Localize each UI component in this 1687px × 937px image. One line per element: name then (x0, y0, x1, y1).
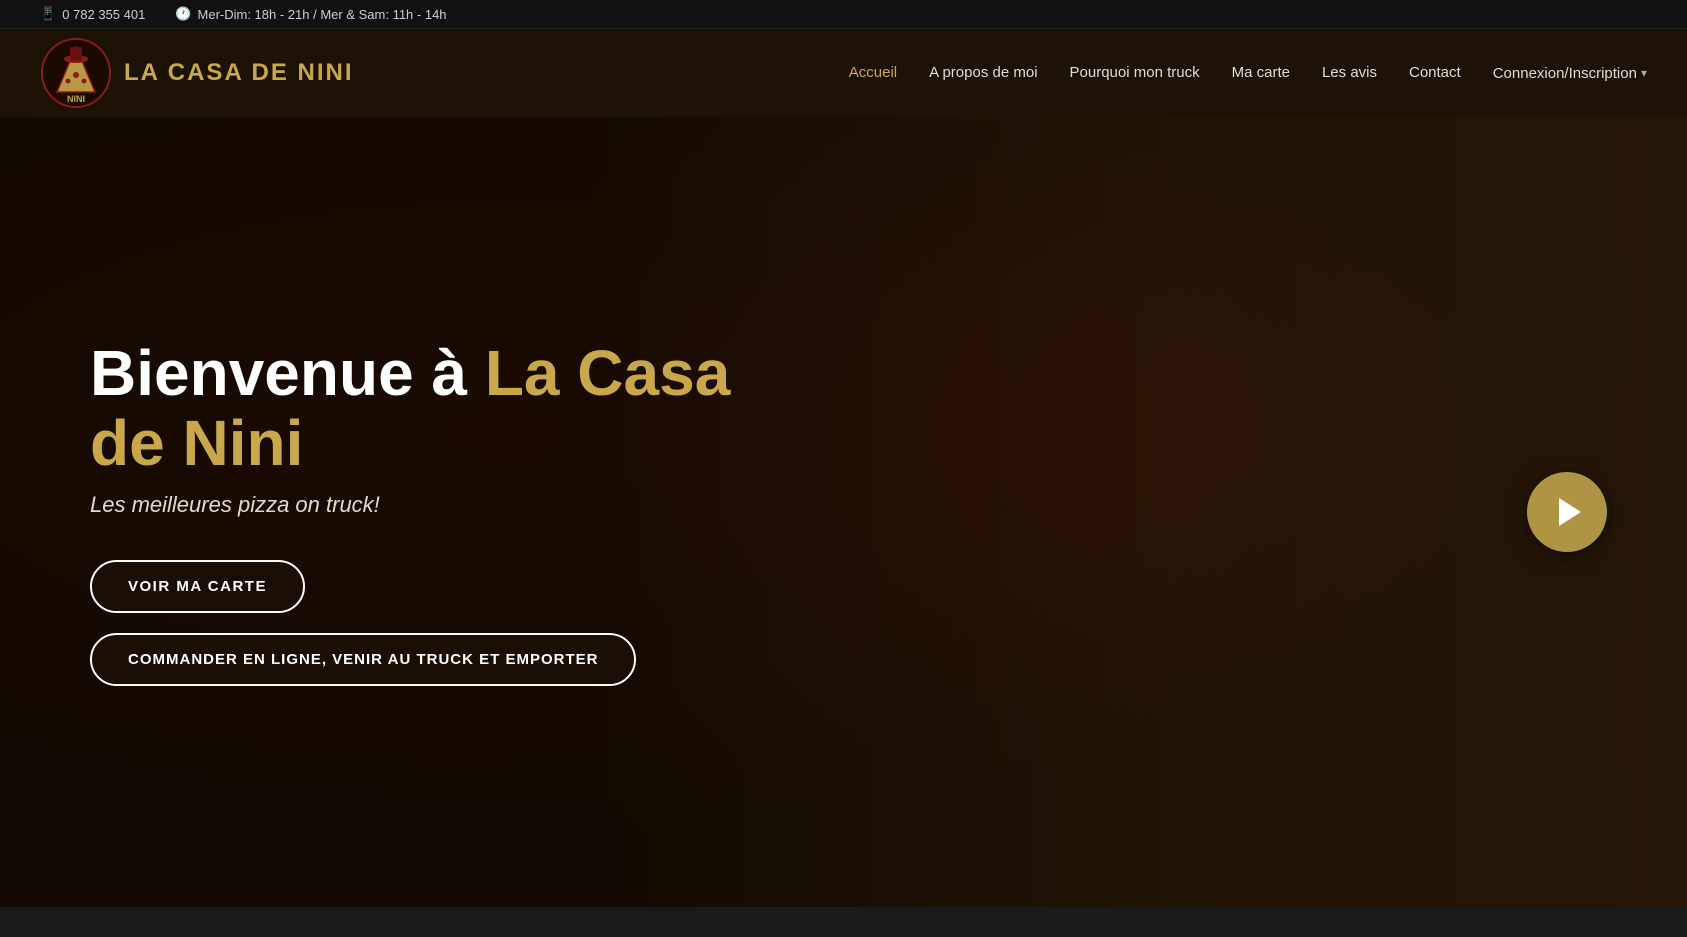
svg-text:NINI: NINI (67, 94, 85, 104)
navbar: NINI LA CASA DE NINI Accueil A propos de… (0, 29, 1687, 117)
logo-link[interactable]: NINI LA CASA DE NINI (40, 37, 354, 109)
phone-info: 📱 0 782 355 401 (40, 6, 145, 22)
nav-link-apropos[interactable]: A propos de moi (929, 64, 1037, 81)
nav-item-apropos[interactable]: A propos de moi (929, 64, 1037, 82)
nav-item-accueil[interactable]: Accueil (849, 64, 897, 82)
nav-item-pourquoi[interactable]: Pourquoi mon truck (1070, 64, 1200, 82)
opening-hours: Mer-Dim: 18h - 21h / Mer & Sam: 11h - 14… (198, 7, 447, 22)
phone-icon: 📱 (40, 6, 56, 22)
hero-section: Bienvenue à La Casa de Nini Les meilleur… (0, 117, 1687, 907)
hero-title-plain: Bienvenue à (90, 337, 485, 409)
nav-item-contact[interactable]: Contact (1409, 64, 1461, 82)
nav-item-avis[interactable]: Les avis (1322, 64, 1377, 82)
hero-subtitle: Les meilleures pizza on truck! (90, 492, 780, 518)
connexion-label: Connexion/Inscription (1493, 65, 1637, 82)
nav-link-pourquoi[interactable]: Pourquoi mon truck (1070, 64, 1200, 81)
commander-button[interactable]: COMMANDER EN LIGNE, VENIR AU TRUCK ET EM… (90, 633, 636, 686)
nav-link-avis[interactable]: Les avis (1322, 64, 1377, 81)
voir-carte-button[interactable]: VOIR MA CARTE (90, 560, 305, 613)
nav-item-connexion[interactable]: Connexion/Inscription ▾ (1493, 65, 1647, 82)
connexion-menu[interactable]: Connexion/Inscription ▾ (1493, 65, 1647, 82)
nav-item-carte[interactable]: Ma carte (1232, 64, 1290, 82)
hero-content: Bienvenue à La Casa de Nini Les meilleur… (0, 338, 780, 687)
hero-buttons: VOIR MA CARTE COMMANDER EN LIGNE, VENIR … (90, 560, 780, 686)
logo-image: NINI (40, 37, 112, 109)
phone-number: 0 782 355 401 (62, 7, 145, 22)
nav-links: Accueil A propos de moi Pourquoi mon tru… (849, 64, 1647, 82)
hours-info: 🕐 Mer-Dim: 18h - 21h / Mer & Sam: 11h - … (175, 6, 446, 22)
topbar: 📱 0 782 355 401 🕐 Mer-Dim: 18h - 21h / M… (0, 0, 1687, 29)
play-button[interactable] (1527, 472, 1607, 552)
clock-icon: 🕐 (175, 6, 191, 22)
play-icon (1559, 498, 1581, 526)
nav-link-contact[interactable]: Contact (1409, 64, 1461, 81)
nav-link-accueil[interactable]: Accueil (849, 64, 897, 81)
chevron-down-icon: ▾ (1641, 66, 1647, 80)
nav-link-carte[interactable]: Ma carte (1232, 64, 1290, 81)
brand-name: LA CASA DE NINI (124, 59, 354, 87)
hero-title: Bienvenue à La Casa de Nini (90, 338, 780, 479)
